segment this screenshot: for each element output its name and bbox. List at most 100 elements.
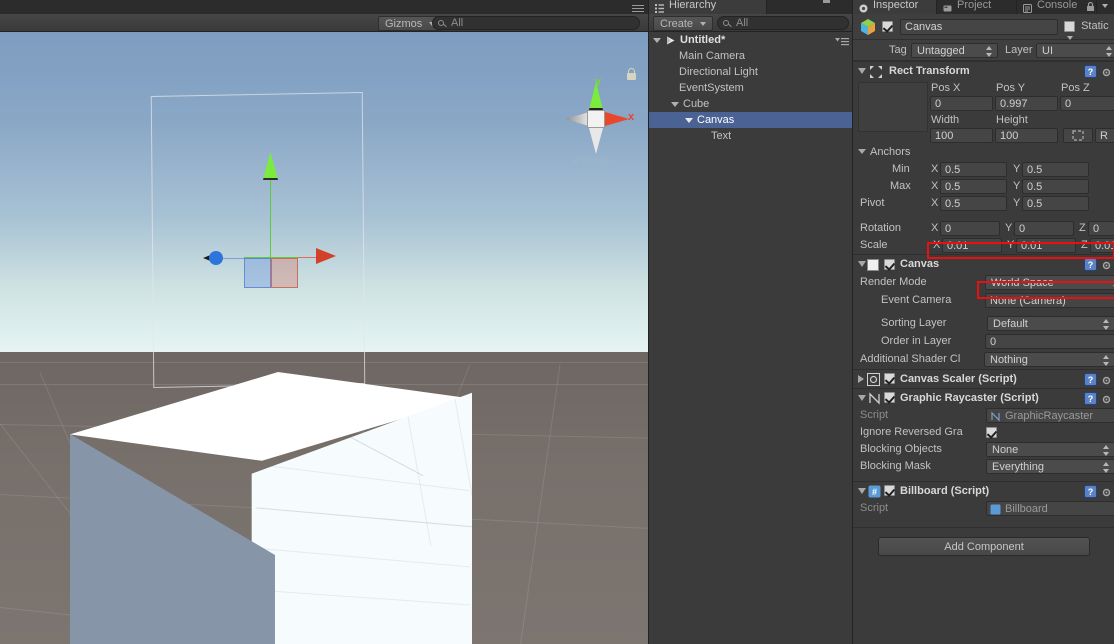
rotation-z-field[interactable]: 0 bbox=[1088, 221, 1114, 236]
lock-icon[interactable] bbox=[627, 68, 636, 80]
hierarchy-item-cube[interactable]: Cube bbox=[649, 96, 853, 112]
hierarchy-search-input[interactable]: All bbox=[717, 16, 849, 30]
inspector-menu-icon[interactable] bbox=[1102, 4, 1108, 8]
render-mode-dropdown[interactable]: World Space bbox=[985, 275, 1114, 290]
foldout-icon[interactable] bbox=[858, 149, 866, 154]
script-field[interactable]: GraphicRaycaster bbox=[986, 408, 1114, 423]
graphic-raycaster-header[interactable]: Graphic Raycaster (Script) ? bbox=[853, 388, 1114, 407]
scale-x-field[interactable]: 0.01 bbox=[942, 238, 1002, 253]
create-dropdown-button[interactable]: Create bbox=[653, 16, 714, 31]
layer-dropdown[interactable]: UI bbox=[1036, 43, 1114, 58]
anchor-min-y-field[interactable]: 0.5 bbox=[1022, 162, 1089, 177]
inspector-icon bbox=[859, 1, 868, 13]
canvas-enabled-checkbox[interactable] bbox=[884, 259, 895, 270]
blocking-objects-dropdown[interactable]: None bbox=[986, 442, 1114, 457]
gizmo-plane-x-handle[interactable] bbox=[271, 258, 298, 288]
canvas-scaler-enabled-checkbox[interactable] bbox=[884, 373, 895, 384]
height-field[interactable]: 100 bbox=[995, 128, 1058, 143]
gizmo-z-axis-handle[interactable] bbox=[209, 251, 223, 265]
foldout-icon[interactable] bbox=[858, 395, 866, 401]
foldout-icon[interactable] bbox=[858, 488, 866, 494]
gizmo-negative-x-cone[interactable] bbox=[565, 112, 589, 126]
anchor-preset-small-button[interactable] bbox=[1063, 128, 1093, 143]
gear-icon[interactable] bbox=[1101, 393, 1112, 404]
chevron-down-icon[interactable] bbox=[653, 38, 661, 43]
hierarchy-options-icon[interactable] bbox=[835, 0, 847, 1]
hierarchy-lock-icon[interactable] bbox=[821, 0, 832, 3]
gear-icon[interactable] bbox=[1101, 259, 1112, 270]
tab-hierarchy[interactable]: Hierarchy bbox=[649, 0, 767, 14]
inspector-lock-icon[interactable] bbox=[1085, 1, 1096, 11]
scene-tabbar bbox=[0, 0, 648, 14]
hierarchy-item-canvas[interactable]: Canvas bbox=[649, 112, 853, 128]
blocking-mask-dropdown[interactable]: Everything bbox=[986, 459, 1114, 474]
foldout-icon[interactable] bbox=[858, 261, 866, 267]
anchor-max-y-field[interactable]: 0.5 bbox=[1022, 179, 1089, 194]
billboard-header[interactable]: # Billboard (Script) ? bbox=[853, 481, 1114, 500]
tag-dropdown[interactable]: Untagged bbox=[911, 43, 998, 58]
gear-icon[interactable] bbox=[1101, 66, 1112, 77]
static-checkbox[interactable] bbox=[1064, 20, 1075, 32]
width-field[interactable]: 100 bbox=[930, 128, 993, 143]
scene-viewport[interactable]: y x ◂ Persp bbox=[0, 32, 648, 644]
hierarchy-item-eventsystem[interactable]: EventSystem bbox=[649, 80, 853, 96]
gizmo-negative-y-cone[interactable] bbox=[589, 128, 603, 154]
canvas-scaler-header[interactable]: Canvas Scaler (Script) ? bbox=[853, 369, 1114, 388]
canvas-header[interactable]: Canvas ? bbox=[853, 254, 1114, 273]
scale-z-field[interactable]: 0.01 bbox=[1090, 238, 1114, 253]
help-icon[interactable]: ? bbox=[1084, 65, 1097, 78]
pos-y-field[interactable]: 0.997 bbox=[995, 96, 1058, 111]
chevron-down-icon[interactable] bbox=[671, 102, 679, 107]
object-name-field[interactable]: Canvas bbox=[900, 19, 1058, 35]
gear-icon[interactable] bbox=[1101, 374, 1112, 385]
billboard-script-value: Billboard bbox=[1005, 503, 1048, 515]
graphic-raycaster-enabled-checkbox[interactable] bbox=[884, 392, 895, 403]
object-enabled-checkbox[interactable] bbox=[882, 21, 893, 32]
hierarchy-scene-row[interactable]: Untitled* bbox=[649, 32, 853, 48]
help-icon[interactable]: ? bbox=[1084, 373, 1097, 386]
hierarchy-item-main-camera[interactable]: Main Camera bbox=[649, 48, 853, 64]
tab-inspector[interactable]: Inspector bbox=[853, 0, 937, 14]
gizmo-x-cone[interactable] bbox=[605, 112, 629, 126]
scene-options-icon[interactable] bbox=[632, 5, 644, 14]
projection-mode-label[interactable]: ◂ Persp bbox=[572, 154, 609, 167]
gear-icon[interactable] bbox=[1101, 486, 1112, 497]
scene-search-input[interactable]: All bbox=[432, 16, 640, 30]
hierarchy-tree[interactable]: Untitled* Main Camera Directional Light … bbox=[649, 32, 853, 644]
rotation-y-field[interactable]: 0 bbox=[1014, 221, 1074, 236]
hierarchy-item-directional-light[interactable]: Directional Light bbox=[649, 64, 853, 80]
scale-y-field[interactable]: 0.01 bbox=[1016, 238, 1076, 253]
ignore-reversed-checkbox[interactable] bbox=[986, 427, 997, 438]
scene-orientation-gizmo[interactable]: y x ◂ Persp bbox=[560, 62, 640, 174]
anchor-min-x-field[interactable]: 0.5 bbox=[940, 162, 1007, 177]
help-icon[interactable]: ? bbox=[1084, 392, 1097, 405]
order-in-layer-field[interactable]: 0 bbox=[985, 334, 1114, 349]
foldout-icon[interactable] bbox=[858, 375, 864, 383]
pivot-y-field[interactable]: 0.5 bbox=[1022, 196, 1089, 211]
billboard-script-field[interactable]: Billboard bbox=[986, 501, 1114, 516]
pos-x-field[interactable]: 0 bbox=[930, 96, 993, 111]
hierarchy-item-text[interactable]: Text bbox=[649, 128, 853, 144]
anchor-max-x-field[interactable]: 0.5 bbox=[940, 179, 1007, 194]
hierarchy-toolbar: Create All bbox=[649, 14, 852, 32]
help-icon[interactable]: ? bbox=[1084, 258, 1097, 271]
tab-project[interactable]: Project bbox=[937, 0, 1017, 14]
rect-transform-header[interactable]: Rect Transform ? bbox=[853, 61, 1114, 80]
add-component-button[interactable]: Add Component bbox=[878, 537, 1090, 556]
gizmo-center-cube[interactable] bbox=[587, 110, 605, 128]
anchors-foldout-row[interactable]: Anchors bbox=[853, 144, 1114, 161]
billboard-enabled-checkbox[interactable] bbox=[884, 485, 895, 496]
rotation-x-field[interactable]: 0 bbox=[940, 221, 1000, 236]
foldout-icon[interactable] bbox=[858, 68, 866, 74]
help-icon[interactable]: ? bbox=[1084, 485, 1097, 498]
canvas-scaler-title: Canvas Scaler (Script) bbox=[900, 373, 1017, 385]
gizmo-plane-z-handle[interactable] bbox=[244, 258, 271, 288]
event-camera-field[interactable]: None (Camera) bbox=[985, 293, 1114, 308]
chevron-down-icon[interactable] bbox=[685, 118, 693, 123]
pos-z-field[interactable]: 0 bbox=[1060, 96, 1114, 111]
blueprint-mode-button[interactable]: R bbox=[1095, 128, 1114, 143]
scene-toolbar: Gizmos All bbox=[0, 5, 648, 32]
sorting-layer-dropdown[interactable]: Default bbox=[987, 316, 1114, 331]
additional-shader-dropdown[interactable]: Nothing bbox=[984, 352, 1114, 367]
pivot-x-field[interactable]: 0.5 bbox=[940, 196, 1007, 211]
